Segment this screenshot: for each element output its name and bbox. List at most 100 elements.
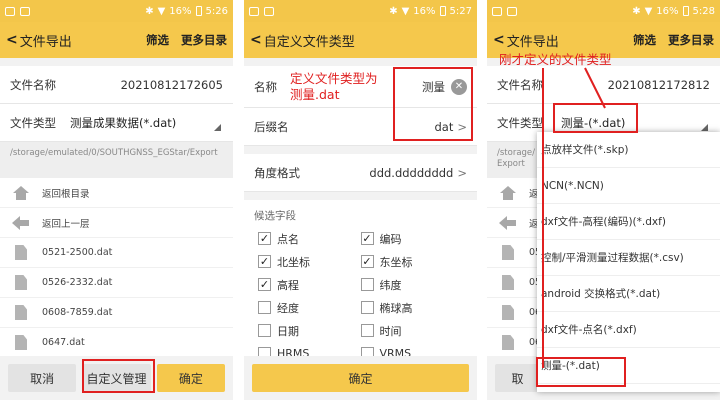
dropdown-option-selected[interactable]: 测量-(*.dat)	[537, 348, 720, 384]
image-icon	[20, 6, 30, 16]
custom-manage-button[interactable]: 自定义管理	[82, 364, 151, 392]
field-checkbox[interactable]: ✓ 北坐标	[258, 252, 361, 271]
bottom-bar: 确定	[244, 356, 477, 400]
wifi-icon: ▼	[644, 5, 653, 17]
file-icon	[15, 275, 27, 290]
field-checkbox[interactable]: 纬度	[360, 275, 464, 294]
bluetooth-icon: ✱	[145, 5, 154, 17]
more-directories-button[interactable]: 更多目录	[668, 32, 714, 48]
field-checkbox[interactable]: ✓ 高程	[258, 275, 361, 294]
name-input[interactable]: 测量	[422, 79, 445, 95]
list-item-label: 返回上一层	[42, 218, 90, 230]
checkbox-empty-icon	[360, 324, 374, 337]
field-checkbox[interactable]: 日期	[258, 321, 361, 340]
phone-screen-file-export: ✱ ▼ 16% 5:26 < 文件导出 筛选 更多目录 文件名称 2021081…	[0, 0, 233, 400]
checkbox-empty-icon	[360, 301, 374, 314]
notification-icon	[249, 6, 259, 16]
field-checkbox[interactable]: 经度	[258, 298, 361, 317]
cancel-button[interactable]: 取消	[8, 364, 77, 392]
field-label: 编码	[379, 232, 402, 246]
suffix-row[interactable]: 后缀名 dat >	[244, 108, 477, 146]
checkbox-checked-icon: ✓	[258, 255, 271, 268]
file-icon	[502, 305, 514, 320]
battery-icon	[439, 6, 446, 16]
more-directories-button[interactable]: 更多目录	[181, 32, 227, 48]
angle-format-row[interactable]: 角度格式 ddd.dddddddd >	[244, 154, 477, 192]
dropdown-option[interactable]: NCN(*.NCN)	[537, 168, 720, 204]
file-name-label: 文件名称	[497, 77, 543, 92]
suffix-label: 后缀名	[254, 119, 289, 134]
back-chevron-icon[interactable]: <	[493, 32, 505, 48]
field-label: 日期	[277, 324, 299, 338]
dropdown-option[interactable]: android 交换格式(*.dat)	[537, 276, 720, 312]
file-name: 0521-2500.dat	[42, 247, 113, 258]
file-name-value[interactable]: 20210812172812	[608, 78, 710, 92]
checkbox-checked-icon: ✓	[258, 232, 271, 245]
field-label: 椭球高	[379, 301, 413, 315]
field-checkbox[interactable]: 时间	[360, 321, 464, 340]
field-checkbox[interactable]: ✓ 编码	[360, 229, 464, 248]
angle-format-value[interactable]: ddd.dddddddd	[369, 166, 453, 180]
field-checkbox[interactable]: ✓ 点名	[258, 229, 361, 248]
suffix-value[interactable]: dat	[435, 120, 454, 134]
field-label: 经度	[277, 301, 299, 315]
list-item-file[interactable]: 0521-2500.dat	[0, 238, 233, 268]
wifi-icon: ▼	[157, 5, 166, 17]
checkbox-checked-icon: ✓	[360, 232, 374, 245]
dropdown-icon	[214, 124, 221, 131]
chevron-right-icon: >	[457, 165, 467, 180]
back-chevron-icon[interactable]: <	[6, 32, 18, 48]
list-item-file[interactable]: 0647.dat	[0, 328, 233, 358]
file-type-dropdown-menu: 点放样文件(*.skp) NCN(*.NCN) dxf文件-高程(编码)(*.d…	[537, 132, 720, 392]
list-item-file[interactable]: 0526-2332.dat	[0, 268, 233, 298]
dropdown-option[interactable]: 控制/平滑测量过程数据(*.csv)	[537, 240, 720, 276]
field-label: 高程	[277, 278, 299, 292]
back-arrow-icon	[12, 215, 30, 231]
dropdown-icon	[701, 124, 708, 131]
field-checkbox[interactable]: 椭球高	[360, 298, 464, 317]
list-item-up[interactable]: 返回上一层	[0, 208, 233, 238]
field-label: 纬度	[379, 278, 402, 292]
file-type-select[interactable]: 测量-(*.dat)	[561, 115, 625, 131]
file-name-row[interactable]: 文件名称 20210812172605	[0, 66, 233, 104]
clock: 5:27	[449, 5, 472, 17]
confirm-button[interactable]: 确定	[156, 364, 225, 392]
file-type-select[interactable]: 测量成果数据(*.dat)	[70, 115, 176, 131]
status-bar: ✱ ▼ 16% 5:27	[244, 0, 477, 22]
dropdown-option[interactable]: 点放样文件(*.skp)	[537, 132, 720, 168]
cancel-button[interactable]: 取	[495, 364, 540, 392]
back-arrow-icon	[499, 215, 517, 231]
list-item-root[interactable]: 返回根目录	[0, 178, 233, 208]
field-label: 点名	[277, 232, 299, 246]
list-item-file[interactable]: 0608-7859.dat	[0, 298, 233, 328]
clear-icon[interactable]: ✕	[451, 78, 467, 95]
field-checkbox[interactable]: ✓ 东坐标	[360, 252, 464, 271]
bluetooth-icon: ✱	[632, 5, 641, 17]
clock: 5:28	[692, 5, 715, 17]
filter-button[interactable]: 筛选	[146, 32, 169, 48]
clock: 5:26	[205, 5, 228, 17]
file-name-value[interactable]: 20210812172605	[121, 78, 223, 92]
checkbox-checked-icon: ✓	[258, 278, 271, 291]
title-bar: < 自定义文件类型	[244, 22, 477, 58]
filter-button[interactable]: 筛选	[633, 32, 656, 48]
image-icon	[507, 6, 517, 16]
back-chevron-icon[interactable]: <	[250, 32, 262, 48]
confirm-button[interactable]: 确定	[252, 364, 469, 392]
annotation-just-defined: 刚才定义的文件类型	[499, 52, 612, 67]
image-icon	[264, 6, 274, 16]
page-title: 文件导出	[506, 34, 559, 50]
notification-icon	[492, 6, 502, 16]
file-icon	[15, 335, 27, 350]
file-icon	[502, 245, 514, 260]
annotation-define-type: 定义文件类型为 测量.dat	[290, 71, 378, 102]
file-type-row[interactable]: 文件类型 测量成果数据(*.dat)	[0, 104, 233, 142]
file-name: 0608-7859.dat	[42, 307, 113, 318]
file-name-row[interactable]: 文件名称 20210812172812	[487, 66, 720, 104]
chevron-right-icon: >	[457, 119, 467, 134]
notification-icon	[5, 6, 15, 16]
file-icon	[15, 305, 27, 320]
phone-screen-custom-file-type: ✱ ▼ 16% 5:27 < 自定义文件类型 名称 测量 ✕ 后缀名 dat >…	[244, 0, 477, 400]
dropdown-option[interactable]: dxf文件-高程(编码)(*.dxf)	[537, 204, 720, 240]
dropdown-option[interactable]: dxf文件-点名(*.dxf)	[537, 312, 720, 348]
